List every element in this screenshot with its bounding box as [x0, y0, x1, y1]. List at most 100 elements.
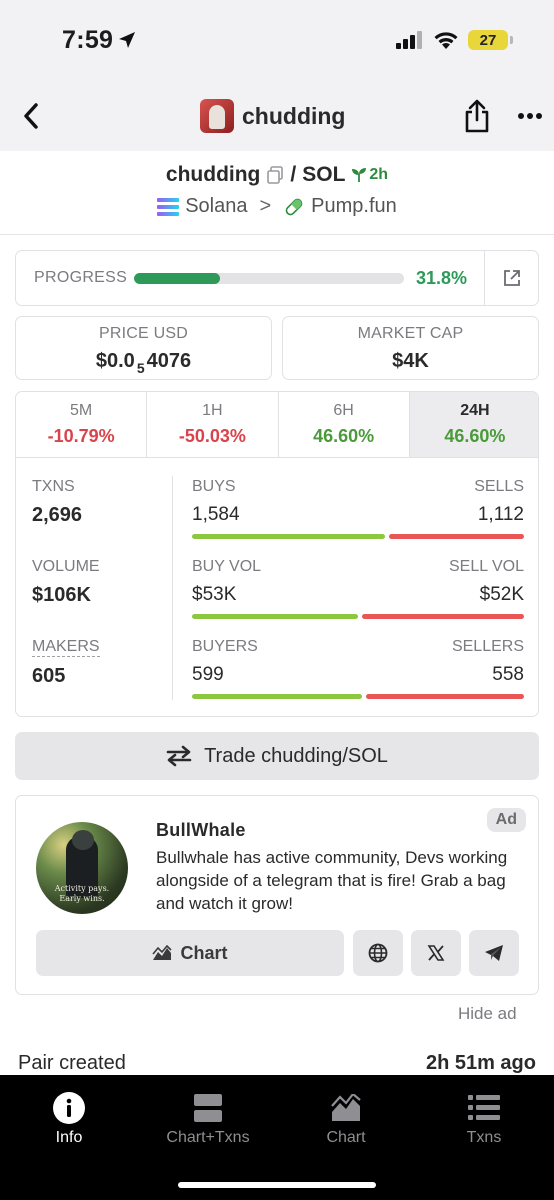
sellers-value: 558 [492, 664, 524, 685]
progress-label: PROGRESS [34, 269, 128, 286]
column-divider [172, 476, 173, 700]
chevron-left-icon [24, 103, 38, 129]
timeframe-tabs: 5M -10.79% 1H -50.03% 6H 46.60% 24H 46.6… [16, 392, 538, 458]
wifi-icon [434, 31, 458, 49]
swap-arrows-icon [166, 745, 192, 767]
tabbar-label: Info [55, 1129, 83, 1146]
tabbar-info[interactable]: Info [4, 1091, 134, 1147]
pair-created-value: 2h 51m ago [425, 1052, 536, 1074]
tabbar-label: Chart+Txns [166, 1129, 250, 1146]
tabbar-chart-txns[interactable]: Chart+Txns [143, 1091, 273, 1147]
tabbar-chart[interactable]: Chart [281, 1091, 411, 1147]
share-icon[interactable] [462, 99, 492, 133]
txns-metric: TXNS 2,696 [32, 478, 82, 527]
location-arrow-icon [119, 32, 135, 48]
pair-separator: / [290, 163, 297, 186]
telegram-icon [485, 945, 503, 961]
ad-image-head [72, 830, 94, 850]
ad-image-caption-line1: Activity pays. [54, 884, 110, 893]
volume-bar [192, 614, 524, 619]
pair-quote: SOL [302, 163, 346, 186]
tab-5m[interactable]: 5M -10.79% [16, 392, 148, 457]
volume-metric: VOLUME $106K [32, 558, 100, 607]
sellers-label: SELLERS [451, 638, 524, 655]
open-external-button[interactable] [484, 251, 538, 305]
market-cap-label: MARKET CAP [357, 325, 464, 342]
seedling-icon [352, 168, 367, 182]
tab-1h[interactable]: 1H -50.03% [147, 392, 279, 457]
ad-card: Ad Activity pays. Early wins. BullWhale … [15, 795, 539, 995]
buys-value: 1,584 [192, 504, 240, 525]
chain-line: Solana > Pump.fun [0, 195, 554, 218]
buyers-label: BUYERS [192, 638, 258, 655]
trade-button[interactable]: Trade chudding/SOL [15, 732, 539, 780]
sell-vol-value: $52K [479, 584, 524, 605]
sellers-bar [365, 694, 524, 699]
makers-bar [192, 694, 524, 699]
x-logo-icon [427, 945, 445, 961]
ad-badge: Ad [486, 808, 526, 832]
ad-chart-button[interactable]: Chart [36, 930, 344, 976]
back-button[interactable] [14, 99, 48, 133]
pair-age: 2h [351, 166, 388, 184]
makers-label[interactable]: MAKERS [32, 638, 100, 657]
makers-metric: MAKERS 605 [32, 638, 100, 688]
tabbar-txns[interactable]: Txns [419, 1091, 549, 1147]
buys-label: BUYS [192, 478, 236, 495]
battery-icon: 27 [468, 30, 513, 50]
buy-sell-volume-split: BUY VOL SELL VOL $53K $52K [192, 558, 524, 619]
tab-change: 46.60% [444, 426, 506, 446]
trading-stats-card: 5M -10.79% 1H -50.03% 6H 46.60% 24H 46.6… [15, 391, 539, 717]
buys-bar [192, 534, 386, 539]
home-indicator [178, 1182, 376, 1188]
status-bar: 7:59 27 [0, 0, 554, 85]
ellipsis-icon [518, 113, 542, 119]
info-icon [53, 1092, 85, 1124]
telegram-button[interactable] [469, 930, 519, 976]
tab-label: 24H [460, 402, 490, 419]
mountain-chart-icon [152, 945, 173, 960]
price-digits: 4076 [146, 350, 192, 372]
split-view-icon [194, 1094, 222, 1122]
website-button[interactable] [353, 930, 403, 976]
area-chart-icon [331, 1094, 361, 1121]
price-usd-card: PRICE USD $0.0 5 4076 [15, 316, 272, 380]
status-indicators: 27 [396, 30, 513, 50]
external-link-icon [503, 270, 520, 286]
copy-icon[interactable] [266, 166, 284, 184]
trade-button-label: Trade chudding/SOL [204, 744, 388, 767]
pill-icon [285, 198, 303, 215]
ad-body: Bullwhale has active community, Devs wor… [156, 848, 508, 913]
tab-change: -50.03% [178, 426, 246, 446]
tab-change: 46.60% [313, 426, 375, 446]
x-twitter-button[interactable] [411, 930, 461, 976]
ad-image[interactable]: Activity pays. Early wins. [36, 822, 128, 914]
progress-bar-fill [134, 273, 220, 284]
progress-value: 31.8% [416, 268, 468, 288]
buy-vol-label: BUY VOL [192, 558, 262, 575]
token-avatar [200, 99, 234, 133]
pair-age-value: 2h [369, 166, 389, 183]
list-icon [468, 1095, 500, 1120]
price-usd-label: PRICE USD [99, 325, 188, 342]
txns-label: TXNS [32, 478, 75, 495]
dex-name[interactable]: Pump.fun [311, 195, 397, 218]
progress-card: PROGRESS 31.8% [15, 250, 539, 306]
price-prefix: $0.0 [95, 350, 135, 372]
globe-icon [368, 943, 388, 963]
buy-vol-value: $53K [192, 584, 237, 605]
solana-icon [157, 197, 180, 216]
tab-label: 1H [202, 402, 223, 419]
hide-ad-link[interactable]: Hide ad [458, 1004, 517, 1024]
buyers-bar [192, 694, 362, 699]
chain-name[interactable]: Solana [185, 195, 247, 218]
more-options-button[interactable] [515, 99, 545, 133]
signal-icon [396, 31, 422, 49]
tabbar-label: Chart [326, 1129, 366, 1146]
nav-bar: chudding [0, 85, 554, 151]
buy-vol-bar [192, 614, 358, 619]
tab-24h[interactable]: 24H 46.60% [409, 392, 538, 457]
market-cap-card: MARKET CAP $4K [282, 316, 539, 380]
market-cap-value: $4K [392, 350, 429, 372]
tab-6h[interactable]: 6H 46.60% [279, 392, 410, 457]
